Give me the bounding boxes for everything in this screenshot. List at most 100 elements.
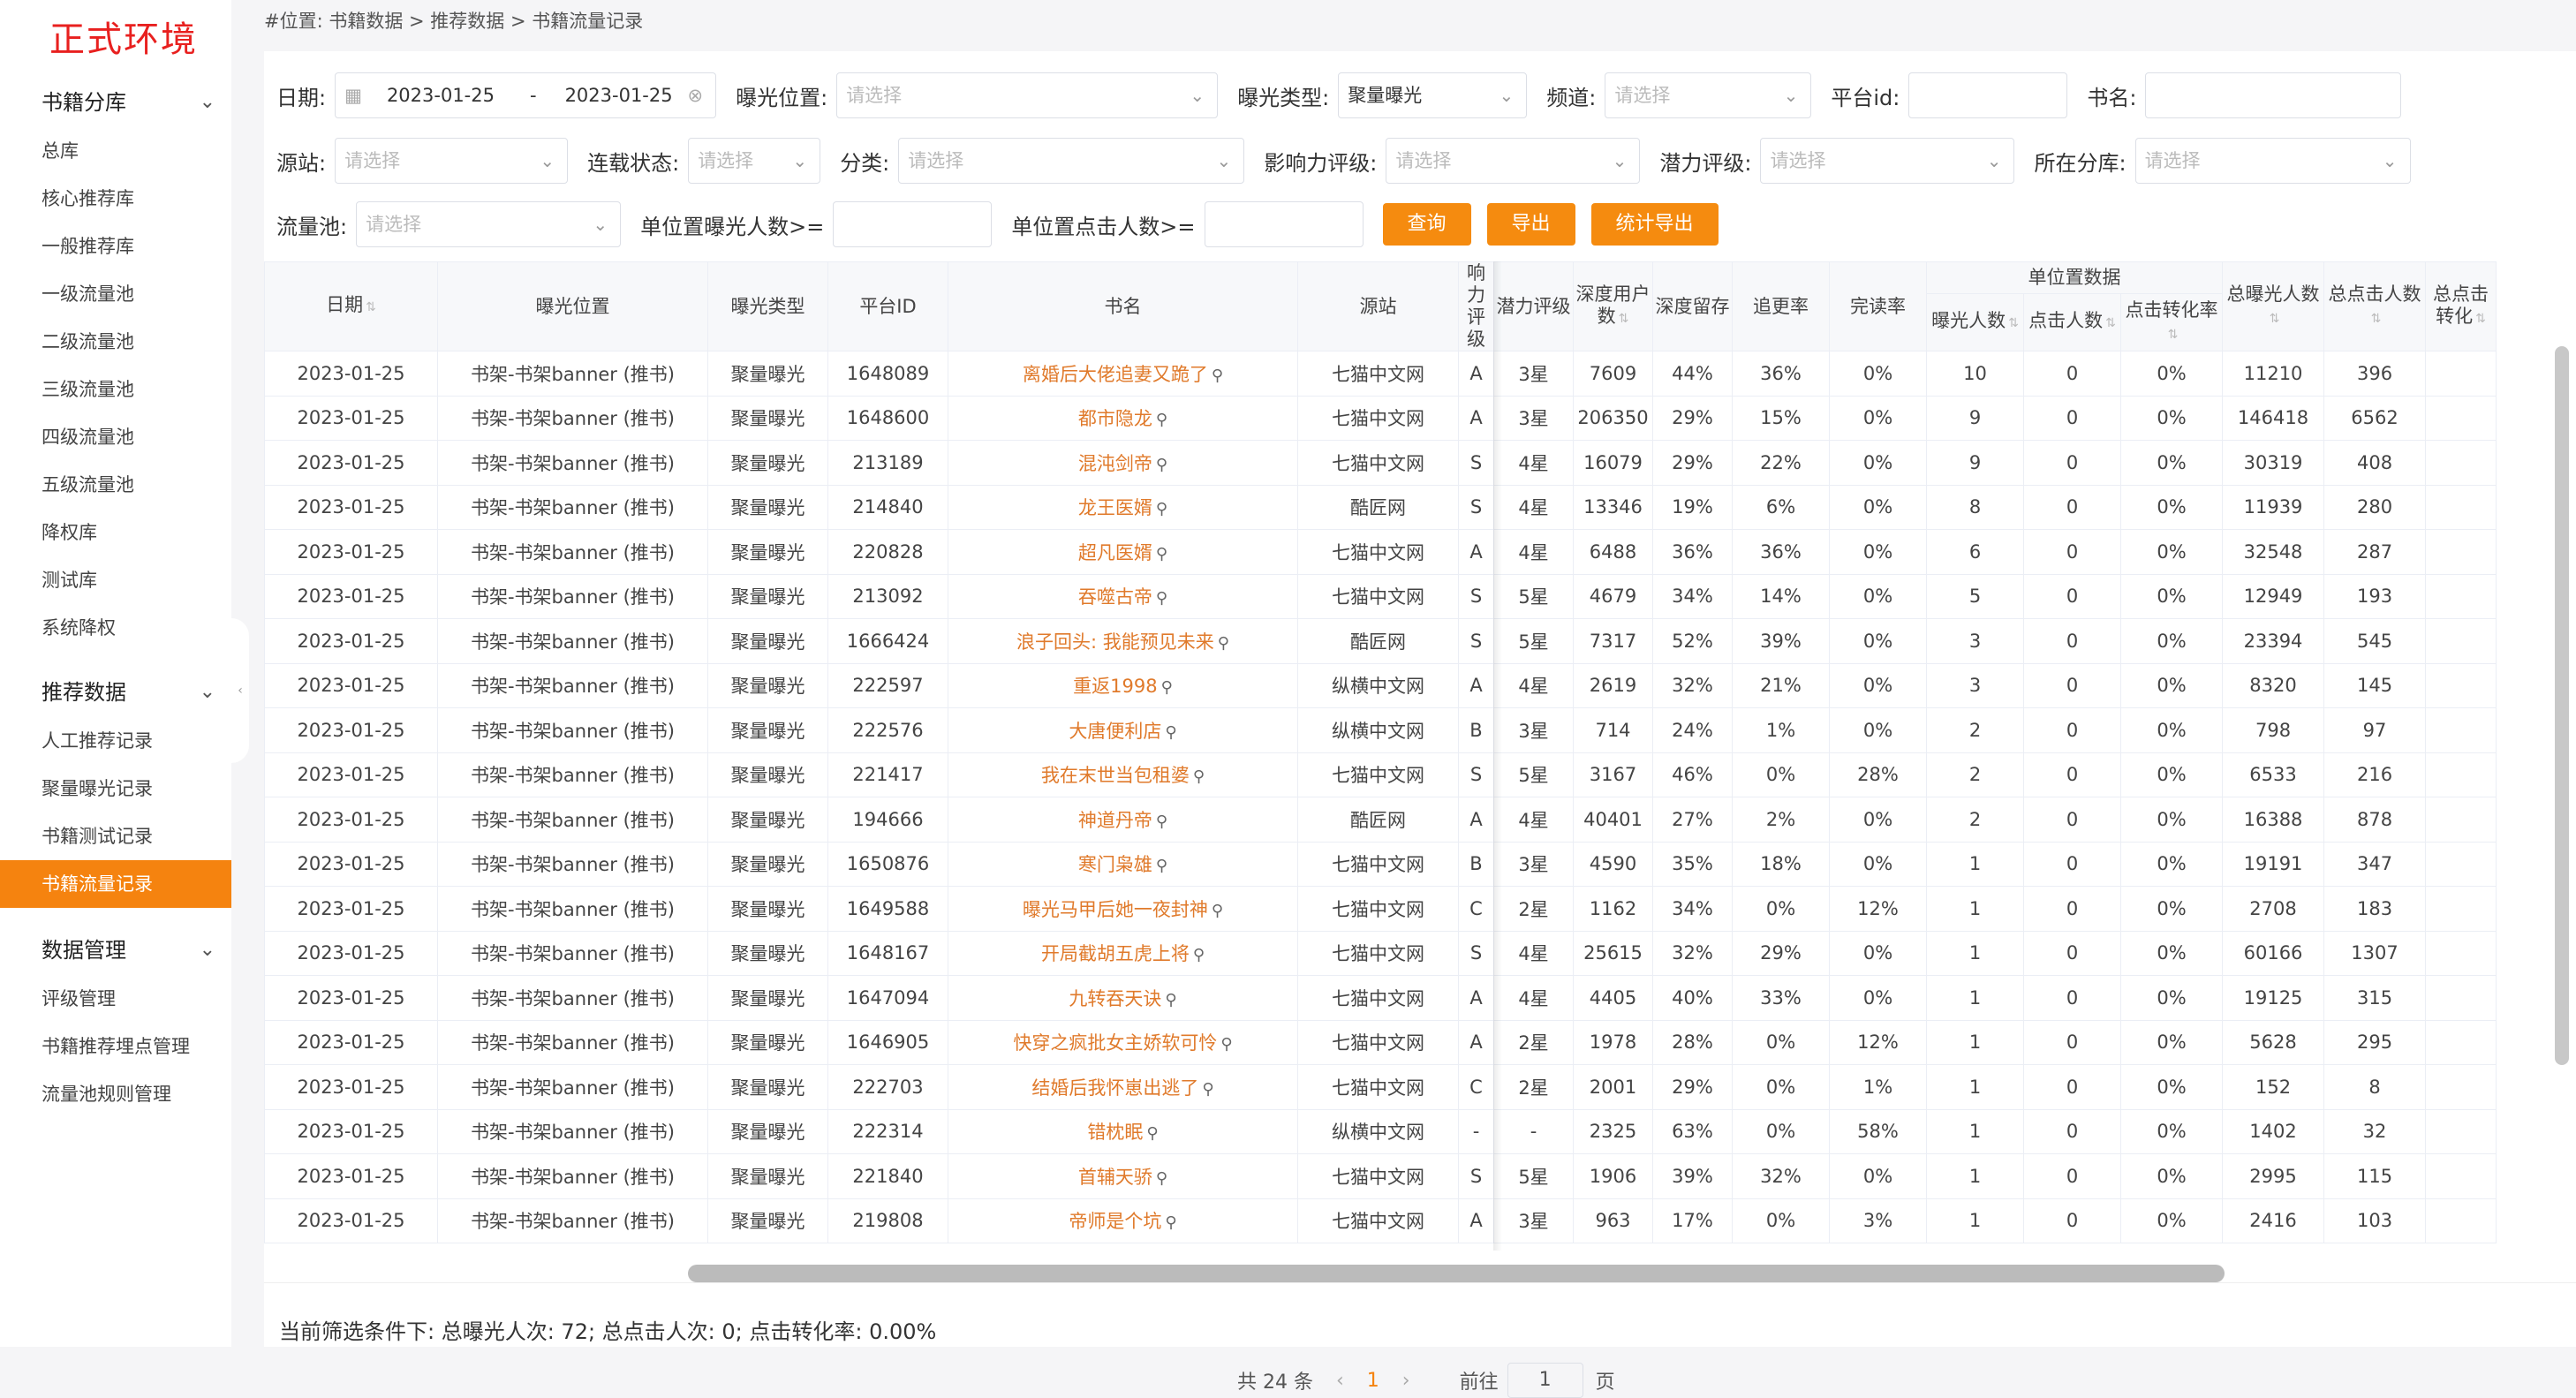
unit-exposure-input[interactable]	[833, 201, 993, 247]
book-name-link[interactable]: 帝师是个坑 ⚲	[948, 1198, 1298, 1243]
library-select[interactable]: 请选择 ⌄	[2134, 138, 2411, 184]
search-icon[interactable]: ⚲	[1165, 1213, 1176, 1232]
search-icon[interactable]: ⚲	[1212, 367, 1223, 385]
clear-circle-icon[interactable]: ⊗	[687, 73, 703, 117]
column-header[interactable]: 日期 ⇅	[264, 261, 438, 351]
book-name-link[interactable]: 大唐便利店 ⚲	[948, 707, 1298, 753]
search-icon[interactable]: ⚲	[1156, 589, 1167, 608]
book-name-link[interactable]: 超凡医婿 ⚲	[948, 529, 1298, 575]
book-name-link[interactable]: 首辅天骄 ⚲	[948, 1153, 1298, 1199]
search-icon[interactable]: ⚲	[1156, 857, 1167, 875]
sidebar-item[interactable]: 五级流量池	[0, 461, 231, 509]
book-name-link[interactable]: 开局截胡五虎上将 ⚲	[948, 930, 1298, 976]
sidebar-item[interactable]: 聚量曝光记录	[0, 765, 231, 812]
nav-group-header[interactable]: 推荐数据 ⌄	[0, 668, 231, 717]
column-header[interactable]: 点击转化率 ⇅	[2119, 293, 2224, 351]
column-header[interactable]: 总点击转化 ⇅	[2425, 261, 2497, 351]
search-icon[interactable]: ⚲	[1202, 1080, 1213, 1099]
sort-icon[interactable]: ⇅	[366, 300, 376, 314]
sort-icon[interactable]: ⇅	[2105, 316, 2116, 330]
prev-page-button[interactable]: ‹	[1336, 1370, 1344, 1392]
sidebar-item[interactable]: 一般推荐库	[0, 223, 231, 270]
sidebar-item[interactable]: 测试库	[0, 556, 231, 604]
book-name-link[interactable]: 我在末世当包租婆 ⚲	[948, 752, 1298, 797]
column-header[interactable]: 总曝光人数 ⇅	[2222, 261, 2325, 351]
book-name-link[interactable]: 寒门枭雄 ⚲	[948, 841, 1298, 887]
sidebar-item[interactable]: 流量池规则管理	[0, 1070, 231, 1118]
book-name-link[interactable]: 龙王医婿 ⚲	[948, 484, 1298, 530]
book-name-link[interactable]: 重返1998 ⚲	[948, 662, 1298, 708]
sidebar-item[interactable]: 三级流量池	[0, 366, 231, 413]
search-icon[interactable]: ⚲	[1165, 991, 1176, 1009]
sort-icon[interactable]: ⇅	[2008, 316, 2019, 330]
goto-page-input[interactable]: 1	[1507, 1363, 1583, 1398]
book-name-link[interactable]: 神道丹帝 ⚲	[948, 797, 1298, 843]
search-icon[interactable]: ⚲	[1156, 411, 1167, 429]
search-icon[interactable]: ⚲	[1212, 902, 1223, 920]
book-name-link[interactable]: 浪子回头: 我能预见未来 ⚲	[948, 618, 1298, 664]
column-header[interactable]: 曝光人数 ⇅	[1926, 293, 2024, 351]
book-name-link[interactable]: 混沌剑帝 ⚲	[948, 440, 1298, 486]
sidebar-item[interactable]: 系统降权	[0, 604, 231, 652]
platform-id-input[interactable]	[1908, 72, 2068, 118]
search-icon[interactable]: ⚲	[1156, 545, 1167, 563]
sidebar-item[interactable]: 四级流量池	[0, 413, 231, 461]
sort-icon[interactable]: ⇅	[1619, 312, 1629, 326]
search-icon[interactable]: ⚲	[1156, 500, 1167, 518]
search-icon[interactable]: ⚲	[1156, 456, 1167, 474]
column-header[interactable]: 点击人数 ⇅	[2023, 293, 2121, 351]
search-icon[interactable]: ⚲	[1165, 723, 1176, 742]
sort-icon[interactable]: ⇅	[2168, 328, 2179, 342]
book-name-link[interactable]: 离婚后大佬追妻又跪了 ⚲	[948, 351, 1298, 397]
book-name-link[interactable]: 曝光马甲后她一夜封神 ⚲	[948, 886, 1298, 932]
sidebar-item[interactable]: 一级流量池	[0, 270, 231, 318]
book-name-input[interactable]	[2145, 72, 2402, 118]
source-select[interactable]: 请选择 ⌄	[335, 138, 569, 184]
book-name-link[interactable]: 九转吞天诀 ⚲	[948, 975, 1298, 1021]
sidebar-item[interactable]: 书籍流量记录	[0, 860, 231, 908]
search-icon[interactable]: ⚲	[1156, 812, 1167, 831]
sidebar-item[interactable]: 二级流量池	[0, 318, 231, 366]
sort-icon[interactable]: ⇅	[2270, 312, 2280, 326]
serial-status-select[interactable]: 请选择 ⌄	[688, 138, 821, 184]
search-icon[interactable]: ⚲	[1193, 767, 1205, 786]
book-name-link[interactable]: 吞噬古帝 ⚲	[948, 573, 1298, 619]
channel-select[interactable]: 请选择 ⌄	[1605, 72, 1812, 118]
unit-click-input[interactable]	[1204, 201, 1364, 247]
sort-icon[interactable]: ⇅	[2475, 312, 2486, 326]
date-range-picker[interactable]: ▦ 2023-01-25 - 2023-01-25 ⊗	[335, 72, 717, 118]
search-icon[interactable]: ⚲	[1156, 1169, 1167, 1188]
search-icon[interactable]: ⚲	[1161, 678, 1173, 697]
nav-group-header[interactable]: 数据管理 ⌄	[0, 926, 231, 975]
book-name-link[interactable]: 快穿之疯批女主娇软可怜 ⚲	[948, 1019, 1298, 1065]
sidebar-item[interactable]: 书籍推荐埋点管理	[0, 1023, 231, 1070]
sidebar-item[interactable]: 人工推荐记录	[0, 717, 231, 765]
horizontal-scrollbar[interactable]	[688, 1265, 2225, 1282]
sort-icon[interactable]: ⇅	[2371, 312, 2382, 326]
pool-select[interactable]: 请选择 ⌄	[356, 201, 622, 247]
potential-select[interactable]: 请选择 ⌄	[1760, 138, 2015, 184]
sidebar-item[interactable]: 核心推荐库	[0, 175, 231, 223]
column-header[interactable]: 总点击人数 ⇅	[2323, 261, 2427, 351]
book-name-link[interactable]: 结婚后我怀崽出逃了 ⚲	[948, 1064, 1298, 1110]
search-icon[interactable]: ⚲	[1218, 634, 1229, 653]
position-select[interactable]: 请选择 ⌄	[836, 72, 1219, 118]
sidebar-item[interactable]: 书籍测试记录	[0, 812, 231, 860]
type-select[interactable]: 聚量曝光 ⌄	[1338, 72, 1528, 118]
sidebar-item[interactable]: 降权库	[0, 509, 231, 556]
column-header[interactable]: 深度用户数 ⇅	[1573, 261, 1653, 351]
search-icon[interactable]: ⚲	[1146, 1124, 1158, 1143]
book-name-link[interactable]: 都市隐龙 ⚲	[948, 395, 1298, 441]
export-button[interactable]: 导出	[1486, 203, 1575, 246]
influence-select[interactable]: 请选择 ⌄	[1386, 138, 1641, 184]
query-button[interactable]: 查询	[1382, 203, 1471, 246]
stats-export-button[interactable]: 统计导出	[1590, 203, 1719, 246]
category-select[interactable]: 请选择 ⌄	[898, 138, 1245, 184]
sidebar-collapse-handle[interactable]: ‹	[231, 618, 249, 763]
search-icon[interactable]: ⚲	[1193, 946, 1205, 964]
vertical-scrollbar[interactable]	[2555, 346, 2569, 1065]
search-icon[interactable]: ⚲	[1220, 1035, 1232, 1054]
sidebar-item[interactable]: 总库	[0, 127, 231, 175]
nav-group-header[interactable]: 书籍分库 ⌄	[0, 78, 231, 127]
page-number-current[interactable]: 1	[1367, 1370, 1379, 1392]
